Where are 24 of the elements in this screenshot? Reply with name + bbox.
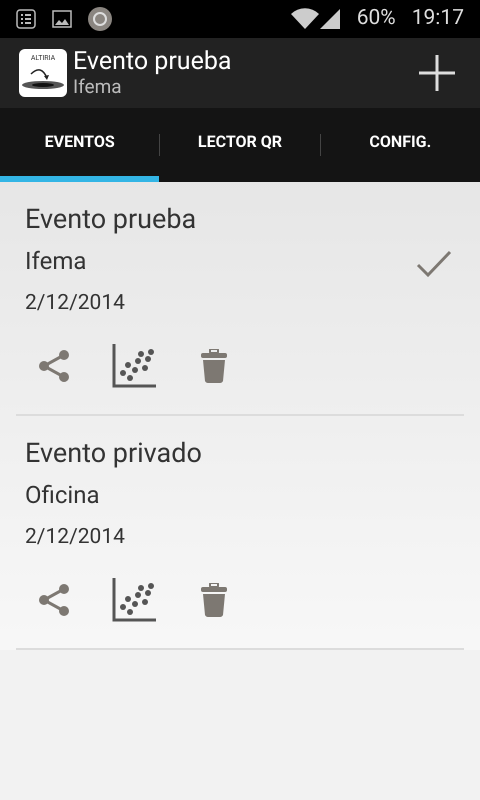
tab[interactable]: CONFIG. (320, 108, 480, 182)
signal-icon (318, 8, 341, 30)
notification-list-icon (16, 9, 36, 29)
plus-icon (418, 54, 456, 92)
event-date: 2/12/2014 (25, 524, 126, 550)
image-icon (52, 9, 72, 29)
event-name: Evento prueba (25, 202, 198, 236)
trash-icon (201, 583, 227, 617)
event-venue: Oficina (25, 480, 101, 510)
event-name: Evento privado (25, 436, 203, 470)
action-bar-title: Evento prueba (73, 48, 232, 76)
event-venue: Ifema (25, 246, 88, 276)
action-bar-subtitle: Ifema (73, 76, 123, 98)
scatter-chart-icon (112, 344, 156, 388)
circle-icon (88, 7, 112, 31)
wifi-icon (290, 8, 319, 30)
clock-text: 19:17 (412, 5, 464, 32)
tab[interactable]: LECTOR QR (160, 108, 320, 182)
share-icon (37, 349, 71, 383)
trash-icon (201, 349, 227, 383)
scatter-chart-icon (112, 578, 156, 622)
battery-text: 60% (356, 5, 396, 32)
share-icon (37, 583, 71, 617)
event-date: 2/12/2014 (25, 290, 126, 316)
